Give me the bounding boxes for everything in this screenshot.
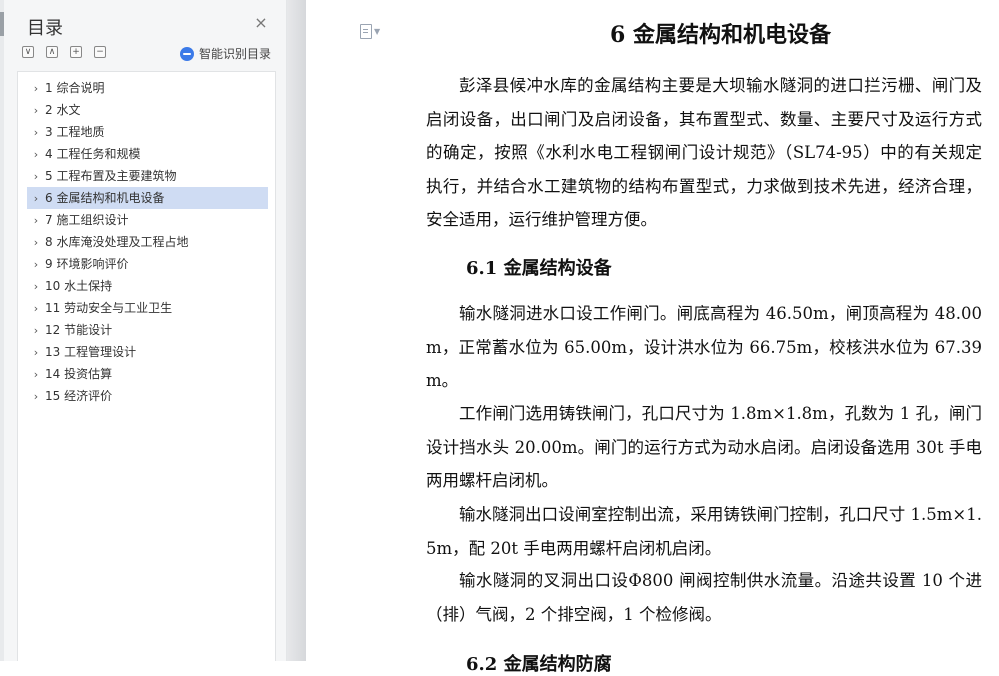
chevron-right-icon[interactable]: › [27, 342, 45, 364]
section-heading: 6.1 金属结构设备 [466, 258, 612, 279]
panel-splitter[interactable] [287, 0, 306, 661]
add-heading-icon[interactable]: + [70, 46, 82, 58]
body-paragraph: 输水隧洞进水口设工作闸门。闸底高程为 46.50m，闸顶高程为 48.00m，正… [426, 304, 982, 390]
smart-toc-label: 智能识别目录 [199, 47, 272, 61]
chevron-right-icon[interactable]: › [27, 320, 45, 342]
intro-paragraph: 彭泽县候冲水库的金属结构主要是大坝输水隧洞的进口拦污栅、闸门及启闭设备，出口闸门… [426, 76, 982, 229]
chevron-right-icon[interactable]: › [27, 144, 45, 166]
toc-item[interactable]: › 13 工程管理设计 [27, 341, 268, 363]
toc-item-label: 3 工程地质 [45, 125, 105, 139]
panel-grip[interactable] [0, 12, 4, 36]
next-section-heading: 6.2 金属结构防腐 [466, 654, 612, 675]
chevron-down-icon: ▼ [374, 27, 381, 36]
chevron-right-icon[interactable]: › [27, 78, 45, 100]
chevron-right-icon[interactable]: › [27, 386, 45, 408]
chevron-right-icon[interactable]: › [27, 364, 45, 386]
chevron-right-icon[interactable]: › [27, 298, 45, 320]
toc-item-label: 9 环境影响评价 [45, 257, 129, 271]
toc-item[interactable]: › 8 水库淹没处理及工程占地 [27, 231, 268, 253]
remove-heading-icon[interactable]: − [94, 46, 106, 58]
toc-item-label: 7 施工组织设计 [45, 213, 129, 227]
toc-item-label: 6 金属结构和机电设备 [45, 191, 165, 205]
toc-item[interactable]: › 12 节能设计 [27, 319, 268, 341]
smart-toc-button[interactable]: 智能识别目录 [180, 45, 271, 62]
toc-item-label: 12 节能设计 [45, 323, 113, 337]
body-paragraph: 输水隧洞的叉洞出口设Φ800 闸阀控制供水流量。沿途共设置 10 个进（排）气阀… [426, 571, 982, 624]
toc-item-label: 2 水文 [45, 103, 81, 117]
toc-item-label: 1 综合说明 [45, 81, 105, 95]
body-paragraph: 输水隧洞出口设闸室控制出流，采用铸铁闸门控制，孔口尺寸 1.5m×1.5m，配 … [426, 505, 982, 558]
toc-item[interactable]: › 9 环境影响评价 [27, 253, 268, 275]
toc-item[interactable]: › 10 水土保持 [27, 275, 268, 297]
chevron-right-icon[interactable]: › [27, 122, 45, 144]
toc-panel: 目录 × ∨ ∧ + − 智能识别目录 › 1 综合说明 › 2 水文 › 3 工程地质 ›… [0, 0, 287, 661]
chevron-right-icon[interactable]: › [27, 166, 45, 188]
toc-title: 目录 [27, 18, 63, 39]
toc-list: › 1 综合说明 › 2 水文 › 3 工程地质 › 4 工程任务和规模 › 5 工程布置及主要建… [17, 71, 276, 661]
chevron-right-icon[interactable]: › [27, 254, 45, 276]
toc-item-label: 14 投资估算 [45, 367, 113, 381]
page-icon [360, 24, 372, 39]
toc-item-label: 5 工程布置及主要建筑物 [45, 169, 177, 183]
toc-item[interactable]: › 15 经济评价 [27, 385, 268, 407]
toc-item[interactable]: › 11 劳动安全与工业卫生 [27, 297, 268, 319]
chapter-heading: 6 金属结构和机电设备 [610, 22, 831, 48]
toc-item[interactable]: › 14 投资估算 [27, 363, 268, 385]
chevron-right-icon[interactable]: › [27, 100, 45, 122]
toc-item-label: 15 经济评价 [45, 389, 113, 403]
toc-item[interactable]: › 3 工程地质 [27, 121, 268, 143]
panel-edge [0, 0, 4, 661]
toc-item[interactable]: › 5 工程布置及主要建筑物 [27, 165, 268, 187]
close-icon[interactable]: × [252, 14, 270, 32]
chevron-right-icon[interactable]: › [27, 210, 45, 232]
chevron-right-icon[interactable]: › [27, 232, 45, 254]
body-paragraph: 工作闸门选用铸铁闸门，孔口尺寸为 1.8m×1.8m，孔数为 1 孔，闸门设计挡… [426, 404, 982, 490]
toc-item[interactable]: › 1 综合说明 [27, 77, 268, 99]
document-view-icon[interactable]: ▼ [360, 24, 380, 39]
toc-item[interactable]: › 4 工程任务和规模 [27, 143, 268, 165]
toc-item-label: 4 工程任务和规模 [45, 147, 141, 161]
chevron-right-icon[interactable]: › [27, 188, 45, 210]
toc-item-label: 8 水库淹没处理及工程占地 [45, 235, 189, 249]
toc-item-label: 10 水土保持 [45, 279, 113, 293]
toc-item-label: 11 劳动安全与工业卫生 [45, 301, 173, 315]
toc-item[interactable]: › 2 水文 [27, 99, 268, 121]
chevron-right-icon[interactable]: › [27, 276, 45, 298]
toc-item[interactable]: › 7 施工组织设计 [27, 209, 268, 231]
expand-up-icon[interactable]: ∧ [46, 46, 58, 58]
smart-recognize-icon [180, 46, 194, 61]
toc-item[interactable]: › 6 金属结构和机电设备 [27, 187, 268, 209]
collapse-all-icon[interactable]: ∨ [22, 46, 34, 58]
toc-item-label: 13 工程管理设计 [45, 345, 137, 359]
